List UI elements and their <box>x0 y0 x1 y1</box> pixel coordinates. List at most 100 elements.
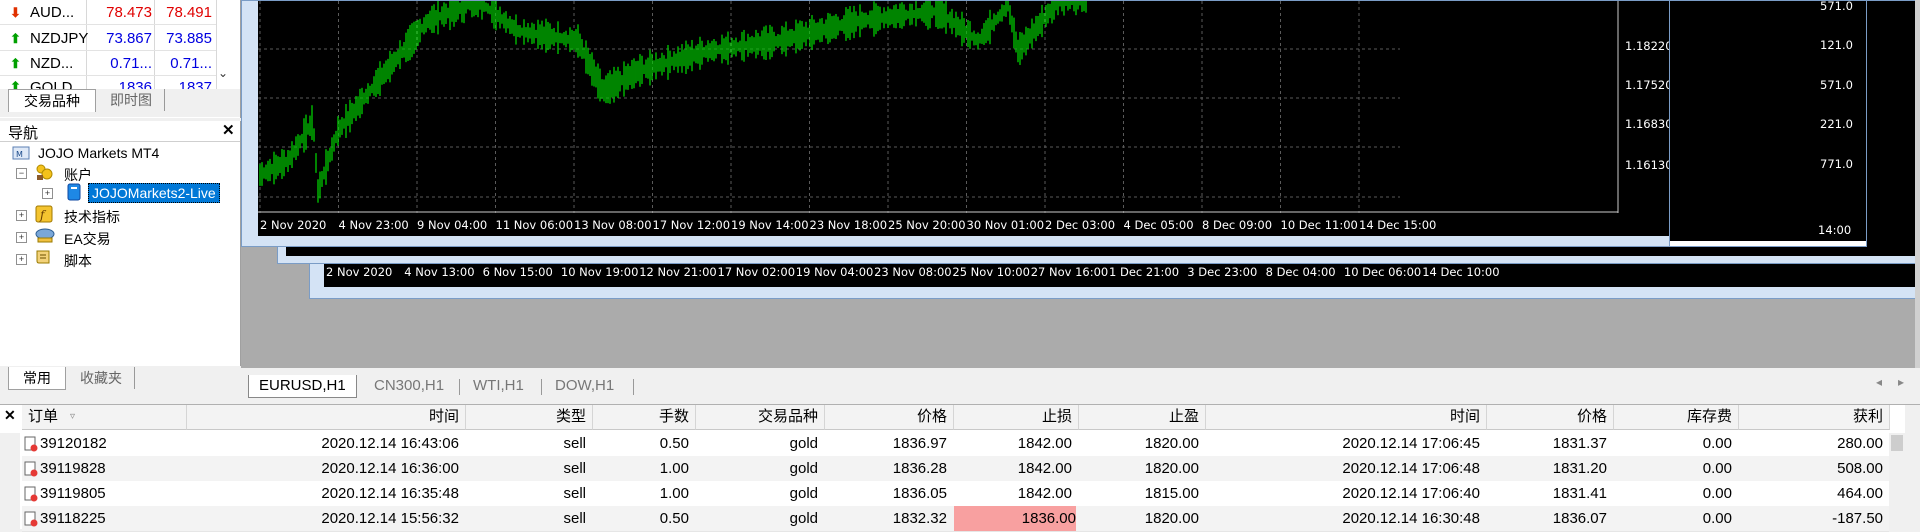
mt4-icon: M <box>12 146 30 160</box>
tab-favorites[interactable]: 收藏夹 <box>68 367 135 389</box>
chart-canvas[interactable]: 2 Nov 2020 4 Nov 23:00 9 Nov 04:00 11 Nov 0… <box>258 1 1680 236</box>
market-bid: 78.473 <box>106 4 152 21</box>
market-tabbar: 交易品种 即时图 <box>0 89 240 117</box>
arrow-up-icon: ⬆ <box>10 79 21 89</box>
chart-tabs-bar: EURUSD,H1 CN300,H1 WTI,H1 DOW,H1 ◂ ▸ <box>241 373 1920 399</box>
tree-accounts[interactable]: 账户 <box>34 163 92 184</box>
navigator-panel: 导航 ✕ M JOJO Markets MT4 − 账户 + JOJOMarke… <box>0 121 241 393</box>
close-icon[interactable]: ✕ <box>4 407 16 424</box>
scripts-icon <box>36 250 50 264</box>
x-tick-label: 14 Dec 10:00 <box>1422 265 1500 279</box>
market-bid: 1836 <box>118 79 152 89</box>
scroll-down-icon[interactable]: ⌄ <box>218 66 228 80</box>
profit: 280.00 <box>1837 435 1883 452</box>
tab-symbols[interactable]: 交易品种 <box>8 89 96 112</box>
tab-tick-chart[interactable]: 即时图 <box>98 89 165 111</box>
x-tick-label: 2 Nov 2020 <box>260 218 327 232</box>
header-lots[interactable]: 手数 <box>593 405 696 430</box>
x-tick-label: 6 Nov 15:00 <box>482 265 553 279</box>
market-row[interactable]: ⬇ AUD... 78.473 78.491 <box>0 0 216 25</box>
terminal-header: 订单 ▿ 时间 类型 手数 交易品种 价格 止损 止盈 时间 价格 库存费 获利 <box>22 405 1890 430</box>
chart-window-right[interactable]: 571.0 121.0 571.0 221.0 771.0 14:00 <box>1669 0 1867 247</box>
tree-account-item[interactable]: JOJOMarkets2-Live <box>66 183 220 204</box>
x-tick-label: 25 Nov 10:00 <box>952 265 1030 279</box>
y-tick-label: 571.0 <box>1820 78 1853 92</box>
swap: 0.00 <box>1702 460 1732 477</box>
open-price: 1836.05 <box>892 485 947 502</box>
tree-indicators[interactable]: f 技术指标 <box>34 205 120 226</box>
table-row[interactable]: 39120182 2020.12.14 16:43:06 sell 0.50 gold 1… <box>22 431 1889 457</box>
scroll-right-icon[interactable]: ▸ <box>1898 375 1904 389</box>
header-profit[interactable]: 获利 <box>1739 405 1890 430</box>
tab-chart-wti[interactable]: WTI,H1 <box>473 375 524 397</box>
header-close-time[interactable]: 时间 <box>1206 405 1487 430</box>
swap: 0.00 <box>1702 435 1732 452</box>
header-take-profit[interactable]: 止盈 <box>1079 405 1206 430</box>
collapse-icon[interactable]: − <box>16 168 27 179</box>
x-tick-label: 12 Nov 21:00 <box>639 265 717 279</box>
open-time: 2020.12.14 16:35:48 <box>321 485 459 502</box>
tree-indicators-label: 技术指标 <box>64 209 120 225</box>
price-candles <box>258 1 1619 213</box>
lots: 0.50 <box>659 510 689 527</box>
table-row[interactable]: 39119828 2020.12.14 16:36:00 sell 1.00 gold 1… <box>22 456 1889 482</box>
close-price: 1831.20 <box>1552 460 1607 477</box>
symbol: gold <box>789 485 818 502</box>
expand-icon[interactable]: + <box>42 188 53 199</box>
table-row[interactable]: 39119805 2020.12.14 16:35:48 sell 1.00 gold 1… <box>22 481 1889 507</box>
expand-icon[interactable]: + <box>16 232 27 243</box>
scrollbar[interactable] <box>1915 0 1920 368</box>
swap: 0.00 <box>1702 485 1732 502</box>
arrow-down-icon: ⬇ <box>10 5 21 20</box>
x-tick-label: 4 Nov 13:00 <box>404 265 475 279</box>
y-tick-label: 771.0 <box>1820 157 1853 171</box>
market-ask: 0.71... <box>170 55 212 72</box>
market-row[interactable]: ⬆ NZDJPY 73.867 73.885 <box>0 26 216 51</box>
expand-icon[interactable]: + <box>16 254 27 265</box>
tab-chart-cn300[interactable]: CN300,H1 <box>374 375 444 397</box>
tab-common[interactable]: 常用 <box>8 367 66 390</box>
market-row[interactable]: ⬆ NZD... 0.71... 0.71... <box>0 51 216 76</box>
lots: 1.00 <box>659 485 689 502</box>
scrollbar-thumb[interactable] <box>1891 435 1903 451</box>
expand-icon[interactable]: + <box>16 210 27 221</box>
close-icon[interactable]: ✕ <box>222 121 235 139</box>
vertical-scrollbar[interactable] <box>1889 433 1905 529</box>
tree-root[interactable]: M JOJO Markets MT4 <box>12 145 159 164</box>
scroll-left-icon[interactable]: ◂ <box>1876 375 1882 389</box>
order-icon <box>24 481 38 506</box>
header-close-price[interactable]: 价格 <box>1487 405 1614 430</box>
header-type[interactable]: 类型 <box>466 405 593 430</box>
open-price: 1836.97 <box>892 435 947 452</box>
y-tick-label: 221.0 <box>1820 117 1853 131</box>
swap: 0.00 <box>1702 510 1732 527</box>
close-price: 1836.07 <box>1552 510 1607 527</box>
tree-ea[interactable]: EA交易 <box>34 227 111 248</box>
indicators-icon: f <box>35 205 53 223</box>
tab-chart-dow[interactable]: DOW,H1 <box>555 375 614 397</box>
table-row[interactable]: 39118225 2020.12.14 15:56:32 sell 0.50 gold 1… <box>22 506 1889 532</box>
tab-chart-eurusd[interactable]: EURUSD,H1 <box>248 375 357 398</box>
market-row[interactable]: ⬆ GOLD 1836 1837 <box>0 77 216 89</box>
header-stop-loss[interactable]: 止损 <box>954 405 1079 430</box>
header-open-price[interactable]: 价格 <box>825 405 954 430</box>
header-symbol[interactable]: 交易品种 <box>696 405 825 430</box>
tree-root-label: JOJO Markets MT4 <box>38 145 160 161</box>
tree-scripts[interactable]: 脚本 <box>34 249 92 270</box>
order-id: 39119805 <box>40 485 106 502</box>
chart-window-eurusd[interactable]: 2 Nov 2020 4 Nov 23:00 9 Nov 04:00 11 Nov 0… <box>241 0 1687 247</box>
order-icon <box>24 506 38 531</box>
x-tick-label: 2 Dec 03:00 <box>1045 218 1116 232</box>
chart-canvas-right: 571.0 121.0 571.0 221.0 771.0 14:00 <box>1670 0 1866 241</box>
header-order[interactable]: 订单 ▿ <box>22 405 187 430</box>
header-swap[interactable]: 库存费 <box>1614 405 1739 430</box>
open-price: 1836.28 <box>892 460 947 477</box>
market-symbol: GOLD <box>30 79 73 89</box>
x-tick-label: 19 Nov 14:00 <box>731 218 809 232</box>
stop-loss: 1842.00 <box>1017 460 1072 477</box>
header-time[interactable]: 时间 <box>187 405 466 430</box>
x-tick-label: 10 Nov 19:00 <box>560 265 639 279</box>
account-label-selected: JOJOMarkets2-Live <box>88 183 220 203</box>
order-id: 39119828 <box>40 460 106 477</box>
market-ask: 73.885 <box>166 30 212 47</box>
